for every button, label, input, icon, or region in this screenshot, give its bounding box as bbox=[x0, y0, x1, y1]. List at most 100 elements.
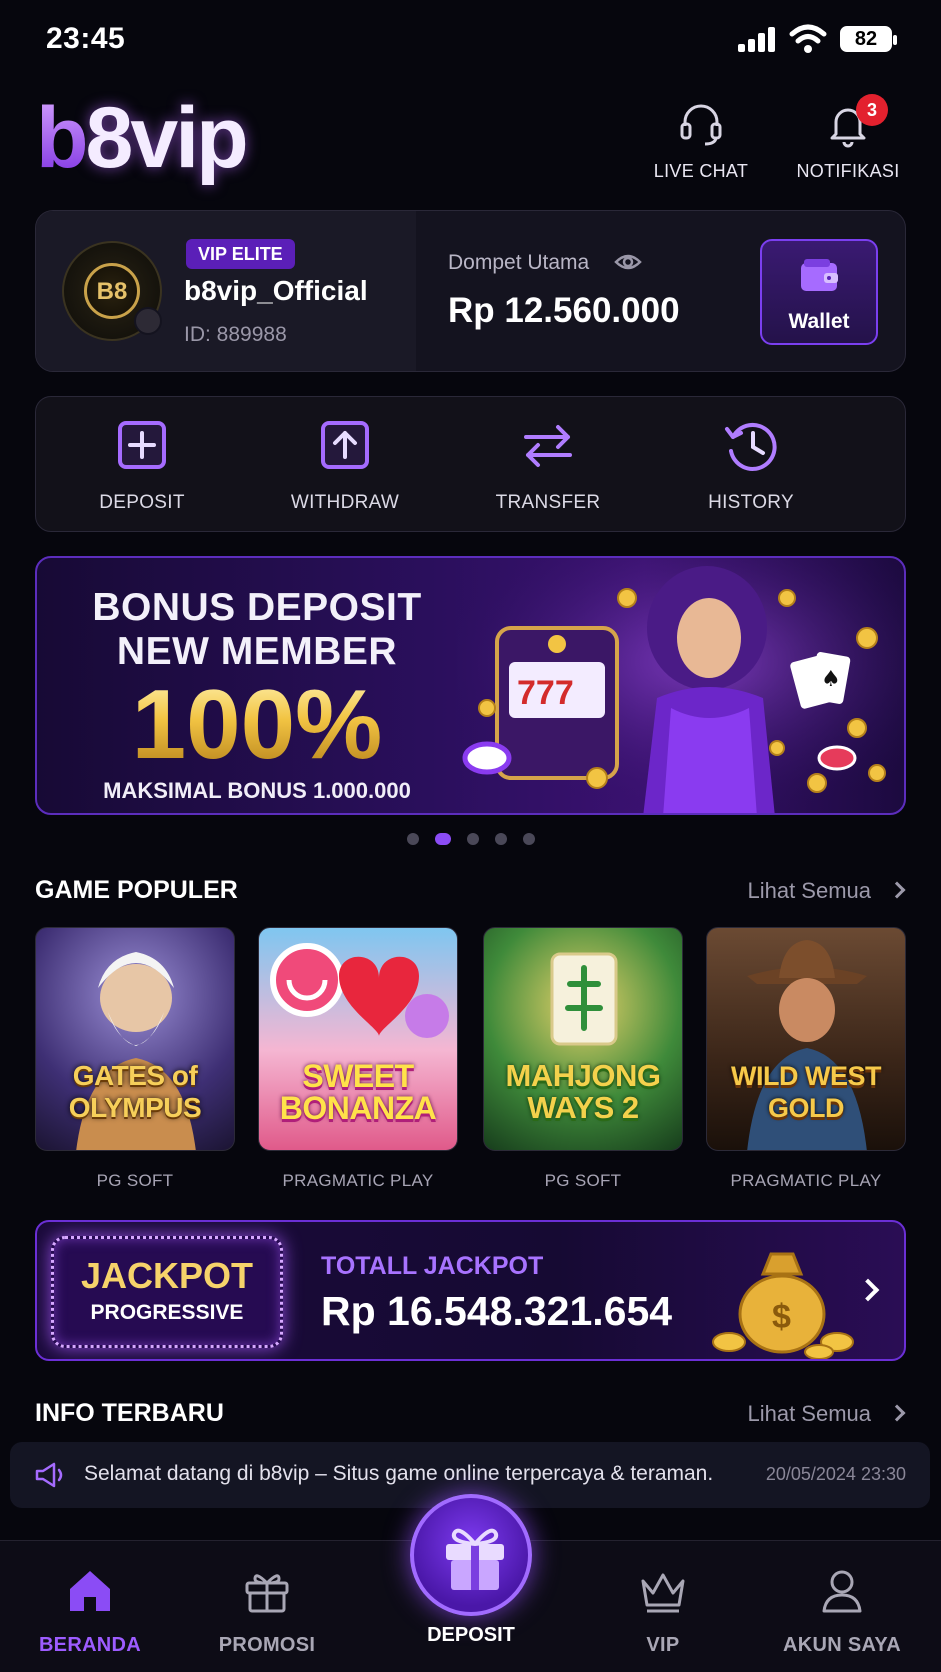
arrow-up-square-icon bbox=[321, 421, 369, 469]
deposit-action[interactable]: DEPOSIT bbox=[62, 415, 222, 514]
gift-icon bbox=[446, 1528, 504, 1590]
games-see-all-link[interactable]: Lihat Semua bbox=[747, 878, 906, 904]
notification-badge: 3 bbox=[856, 94, 888, 126]
crown-icon bbox=[641, 1573, 685, 1613]
game-thumbnail: SWEET BONANZA bbox=[258, 927, 458, 1151]
game-provider: PRAGMATIC PLAY bbox=[282, 1171, 434, 1190]
plus-square-icon bbox=[118, 421, 166, 469]
nav-beranda[interactable]: BERANDA bbox=[10, 1565, 170, 1657]
deposit-fab-button[interactable] bbox=[410, 1494, 532, 1616]
game-title-art: MAHJONG WAYS 2 bbox=[505, 1058, 661, 1125]
pagination-dot[interactable] bbox=[466, 832, 479, 845]
game-thumbnail: GATES of OLYMPUS bbox=[35, 927, 235, 1151]
gift-outline-icon bbox=[245, 1574, 289, 1613]
jackpot-value: Rp 16.548.321.654 bbox=[321, 1288, 673, 1334]
casino-illustration: 777 ♠ bbox=[457, 558, 904, 813]
signal-icon bbox=[738, 26, 778, 52]
username: b8vip_Official bbox=[184, 275, 368, 306]
chevron-right-icon bbox=[888, 1404, 906, 1422]
vip-badge: VIP ELITE bbox=[186, 239, 295, 269]
banner-percent: 100% bbox=[37, 674, 477, 774]
money-bag-icon: $ bbox=[712, 1252, 854, 1359]
game-provider: PRAGMATIC PLAY bbox=[730, 1171, 882, 1190]
game-card-wild-west-gold[interactable]: WILD WEST GOLD PRAGMATIC PLAY bbox=[706, 927, 906, 1191]
live-chat-button[interactable]: LIVE CHAT bbox=[650, 100, 752, 182]
jackpot-label: TOTALL JACKPOT bbox=[321, 1252, 544, 1280]
info-section-title: INFO TERBARU bbox=[35, 1399, 224, 1427]
game-card-mahjong-ways-2[interactable]: MAHJONG WAYS 2 PG SOFT bbox=[483, 927, 683, 1191]
slot-machine-icon: 777 bbox=[495, 626, 619, 780]
info-see-all-link[interactable]: Lihat Semua bbox=[747, 1401, 906, 1427]
banner-subline: MAKSIMAL BONUS 1.000.000 bbox=[103, 778, 411, 803]
live-chat-label: LIVE CHAT bbox=[653, 161, 749, 181]
game-title-art: WILD WEST GOLD bbox=[731, 1061, 881, 1123]
withdraw-action[interactable]: WITHDRAW bbox=[265, 415, 425, 514]
wallet-balance: Rp 12.560.000 bbox=[448, 291, 680, 330]
nav-label: BERANDA bbox=[38, 1634, 142, 1656]
headset-icon bbox=[680, 104, 722, 146]
user-icon bbox=[822, 1570, 862, 1613]
transfer-action[interactable]: TRANSFER bbox=[468, 415, 628, 514]
status-time: 23:45 bbox=[46, 22, 126, 55]
banner-line-1: BONUS DEPOSIT bbox=[92, 586, 422, 629]
news-date: 20/05/2024 23:30 bbox=[765, 1464, 906, 1484]
user-id: ID: 889988 bbox=[184, 323, 287, 346]
notification-label: NOTIFIKASI bbox=[796, 161, 900, 181]
app-screen: 23:45 82 b8vip LIVE CHAT 3 NOTIFIKASI B8… bbox=[0, 0, 941, 1672]
jackpot-badge-title: JACKPOT bbox=[80, 1255, 254, 1296]
status-bar: 23:45 82 bbox=[0, 0, 941, 80]
game-title-art: GATES of OLYMPUS bbox=[68, 1060, 202, 1123]
brand-logo[interactable]: b8vip bbox=[36, 88, 249, 188]
wifi-icon bbox=[789, 24, 827, 53]
nav-label: PROMOSI bbox=[218, 1634, 316, 1656]
banner-pagination[interactable] bbox=[0, 830, 941, 846]
deposit-action-label: DEPOSIT bbox=[99, 492, 185, 513]
wallet-button[interactable]: Wallet bbox=[760, 239, 878, 345]
withdraw-action-label: WITHDRAW bbox=[290, 492, 400, 513]
quick-actions: DEPOSIT WITHDRAW TRANSFER HISTORY bbox=[35, 396, 906, 532]
eye-icon[interactable] bbox=[614, 251, 642, 273]
game-card-sweet-bonanza[interactable]: SWEET BONANZA PRAGMATIC PLAY bbox=[258, 927, 458, 1191]
nav-label: AKUN SAYA bbox=[783, 1634, 901, 1656]
history-action[interactable]: HISTORY bbox=[671, 415, 831, 514]
megaphone-icon bbox=[35, 1462, 63, 1488]
pagination-dot[interactable] bbox=[522, 832, 535, 845]
nav-promosi[interactable]: PROMOSI bbox=[187, 1565, 347, 1657]
chevron-right-icon bbox=[888, 881, 906, 899]
profile-section: B8 VIP ELITE b8vip_Official ID: 889988 bbox=[36, 211, 416, 371]
transfer-action-label: TRANSFER bbox=[495, 492, 601, 513]
nav-vip[interactable]: VIP bbox=[583, 1565, 743, 1657]
chevron-right-icon[interactable] bbox=[856, 1278, 880, 1302]
nav-deposit-label[interactable]: DEPOSIT bbox=[391, 1624, 551, 1647]
pagination-dot[interactable] bbox=[406, 832, 419, 845]
game-thumbnail: WILD WEST GOLD bbox=[706, 927, 906, 1151]
svg-text:♠: ♠ bbox=[821, 667, 841, 692]
history-clock-icon bbox=[725, 422, 777, 471]
svg-text:777: 777 bbox=[517, 674, 574, 712]
game-card-gates-of-olympus[interactable]: GATES of OLYMPUS PG SOFT bbox=[35, 927, 235, 1191]
news-text: Selamat datang di b8vip – Situs game onl… bbox=[84, 1462, 714, 1485]
wallet-icon bbox=[801, 259, 838, 291]
avatar-edit-icon[interactable] bbox=[134, 307, 162, 335]
avatar[interactable]: B8 bbox=[62, 241, 162, 341]
pagination-dot-active[interactable] bbox=[434, 832, 451, 845]
battery-indicator: 82 bbox=[840, 26, 897, 52]
jackpot-badge: JACKPOT PROGRESSIVE bbox=[51, 1236, 283, 1348]
pagination-dot[interactable] bbox=[494, 832, 507, 845]
account-card: B8 VIP ELITE b8vip_Official ID: 889988 D… bbox=[35, 210, 906, 372]
jackpot-banner[interactable]: JACKPOT PROGRESSIVE TOTALL JACKPOT Rp 16… bbox=[35, 1220, 906, 1361]
game-provider: PG SOFT bbox=[96, 1171, 174, 1190]
promo-banner[interactable]: BONUS DEPOSIT NEW MEMBER 100% MAKSIMAL B… bbox=[35, 556, 906, 815]
notification-button[interactable]: 3 NOTIFIKASI bbox=[794, 94, 902, 182]
nav-akun-saya[interactable]: AKUN SAYA bbox=[762, 1565, 922, 1657]
jackpot-badge-subtitle: PROGRESSIVE bbox=[90, 1301, 244, 1324]
nav-label: VIP bbox=[646, 1634, 680, 1656]
game-provider: PG SOFT bbox=[544, 1171, 622, 1190]
banner-text: BONUS DEPOSIT NEW MEMBER 100% MAKSIMAL B… bbox=[37, 586, 477, 804]
history-action-label: HISTORY bbox=[708, 492, 794, 513]
game-title-art: SWEET BONANZA bbox=[279, 1058, 437, 1126]
swap-arrows-icon bbox=[524, 425, 572, 467]
games-section-title: GAME POPULER bbox=[35, 876, 238, 904]
game-thumbnail: MAHJONG WAYS 2 bbox=[483, 927, 683, 1151]
wallet-button-label: Wallet bbox=[788, 310, 850, 333]
